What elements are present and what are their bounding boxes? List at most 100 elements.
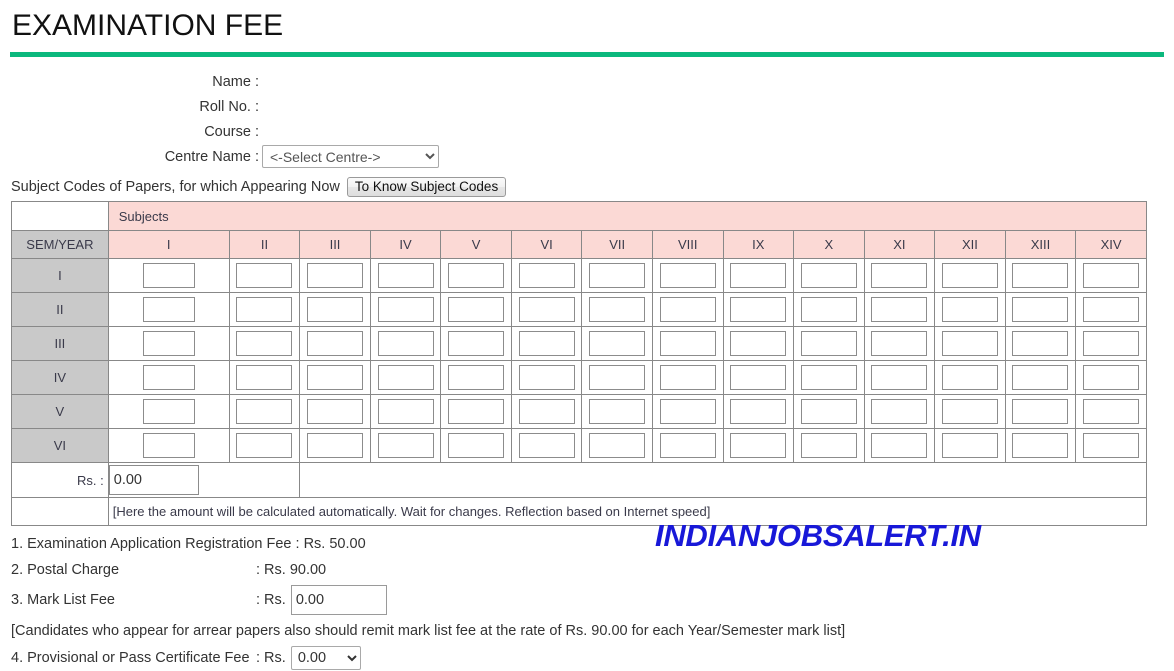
subject-code-input[interactable] xyxy=(1083,433,1140,458)
subject-code-input[interactable] xyxy=(236,433,293,458)
subject-code-cell xyxy=(581,326,653,361)
subject-code-input[interactable] xyxy=(1012,433,1069,458)
mark-list-fee-input[interactable] xyxy=(290,585,387,615)
subject-code-input[interactable] xyxy=(800,331,857,356)
subject-code-input[interactable] xyxy=(1083,297,1140,322)
subject-code-input[interactable] xyxy=(871,433,928,458)
subject-code-input[interactable] xyxy=(448,331,505,356)
subject-code-input[interactable] xyxy=(589,331,646,356)
to-know-subject-codes-button[interactable]: To Know Subject Codes xyxy=(346,177,507,197)
subject-code-input[interactable] xyxy=(377,399,434,424)
subject-code-input[interactable] xyxy=(518,433,575,458)
subject-code-input[interactable] xyxy=(518,263,575,288)
subject-code-input[interactable] xyxy=(589,365,646,390)
subject-code-input[interactable] xyxy=(589,433,646,458)
subject-code-input[interactable] xyxy=(1083,263,1140,288)
subject-code-input[interactable] xyxy=(377,297,434,322)
subject-code-input[interactable] xyxy=(800,433,857,458)
subject-code-input[interactable] xyxy=(377,365,434,390)
subject-code-input[interactable] xyxy=(518,365,575,390)
total-amount-input[interactable] xyxy=(108,465,199,495)
subject-code-input[interactable] xyxy=(307,263,363,288)
subject-code-input[interactable] xyxy=(448,263,505,288)
subject-code-input[interactable] xyxy=(871,365,928,390)
subject-code-input[interactable] xyxy=(307,365,363,390)
subject-code-cell xyxy=(722,394,795,429)
subject-code-input[interactable] xyxy=(1012,331,1069,356)
subject-code-input[interactable] xyxy=(871,331,928,356)
subject-code-input[interactable] xyxy=(1083,365,1140,390)
centre-name-select[interactable]: <-Select Centre-> xyxy=(262,145,439,168)
subject-code-input[interactable] xyxy=(730,399,787,424)
subject-code-input[interactable] xyxy=(377,263,434,288)
subject-code-input[interactable] xyxy=(307,399,363,424)
subject-code-input[interactable] xyxy=(659,263,716,288)
subject-code-input[interactable] xyxy=(730,365,787,390)
subject-code-input[interactable] xyxy=(142,399,195,424)
page-title: EXAMINATION FEE xyxy=(12,9,284,42)
subject-code-input[interactable] xyxy=(142,433,195,458)
subject-code-input[interactable] xyxy=(518,331,575,356)
subject-code-input[interactable] xyxy=(448,365,505,390)
subject-code-input[interactable] xyxy=(800,365,857,390)
subject-code-input[interactable] xyxy=(1012,399,1069,424)
subject-code-cell xyxy=(107,360,230,395)
subject-code-input[interactable] xyxy=(307,331,363,356)
subject-code-input[interactable] xyxy=(871,297,928,322)
subject-code-input[interactable] xyxy=(236,365,293,390)
subject-code-input[interactable] xyxy=(142,331,195,356)
subject-code-input[interactable] xyxy=(871,263,928,288)
subject-code-input[interactable] xyxy=(730,433,787,458)
subject-code-input[interactable] xyxy=(1012,297,1069,322)
subject-code-input[interactable] xyxy=(236,331,293,356)
subject-code-input[interactable] xyxy=(800,399,857,424)
subject-code-input[interactable] xyxy=(307,297,363,322)
subject-code-input[interactable] xyxy=(941,263,998,288)
subject-code-input[interactable] xyxy=(730,297,787,322)
subject-code-input[interactable] xyxy=(1083,399,1140,424)
subject-code-input[interactable] xyxy=(800,297,857,322)
subject-code-input[interactable] xyxy=(518,297,575,322)
subject-code-cell xyxy=(510,258,583,293)
subject-code-cell xyxy=(1004,258,1077,293)
subject-code-input[interactable] xyxy=(941,297,998,322)
subject-code-input[interactable] xyxy=(659,331,716,356)
subject-code-input[interactable] xyxy=(730,331,787,356)
certificate-fee-select[interactable]: 0.00 xyxy=(290,646,361,670)
subject-code-input[interactable] xyxy=(589,399,646,424)
subject-code-input[interactable] xyxy=(1083,331,1140,356)
subject-code-input[interactable] xyxy=(448,433,505,458)
subject-code-input[interactable] xyxy=(236,399,293,424)
subject-code-input[interactable] xyxy=(377,433,434,458)
subject-code-input[interactable] xyxy=(1012,365,1069,390)
subject-code-input[interactable] xyxy=(518,399,575,424)
subject-code-input[interactable] xyxy=(236,297,293,322)
subject-code-input[interactable] xyxy=(871,399,928,424)
subject-code-input[interactable] xyxy=(589,263,646,288)
subject-code-input[interactable] xyxy=(307,433,363,458)
subject-code-input[interactable] xyxy=(142,297,195,322)
sem-year-row-label: III xyxy=(11,326,109,361)
subject-column-header: V xyxy=(440,230,512,259)
subject-code-input[interactable] xyxy=(941,331,998,356)
subject-code-input[interactable] xyxy=(659,399,716,424)
subject-code-cell xyxy=(369,258,442,293)
subject-code-input[interactable] xyxy=(659,365,716,390)
subject-code-input[interactable] xyxy=(1012,263,1069,288)
subject-code-input[interactable] xyxy=(800,263,857,288)
column-header-row: SEM/YEAR I II III IV V VI VII VIII IX X XI XII XIII X… xyxy=(11,230,1147,259)
subject-code-input[interactable] xyxy=(941,433,998,458)
subject-code-input[interactable] xyxy=(659,433,716,458)
subject-code-input[interactable] xyxy=(448,297,505,322)
subject-code-input[interactable] xyxy=(589,297,646,322)
subject-code-input[interactable] xyxy=(730,263,787,288)
subject-code-input[interactable] xyxy=(236,263,293,288)
subject-codes-instruction: Subject Codes of Papers, for which Appea… xyxy=(11,179,340,195)
subject-code-input[interactable] xyxy=(448,399,505,424)
subject-code-input[interactable] xyxy=(941,365,998,390)
subject-code-input[interactable] xyxy=(377,331,434,356)
subject-code-input[interactable] xyxy=(659,297,716,322)
subject-code-input[interactable] xyxy=(142,263,195,288)
subject-code-input[interactable] xyxy=(142,365,195,390)
subject-code-input[interactable] xyxy=(941,399,998,424)
